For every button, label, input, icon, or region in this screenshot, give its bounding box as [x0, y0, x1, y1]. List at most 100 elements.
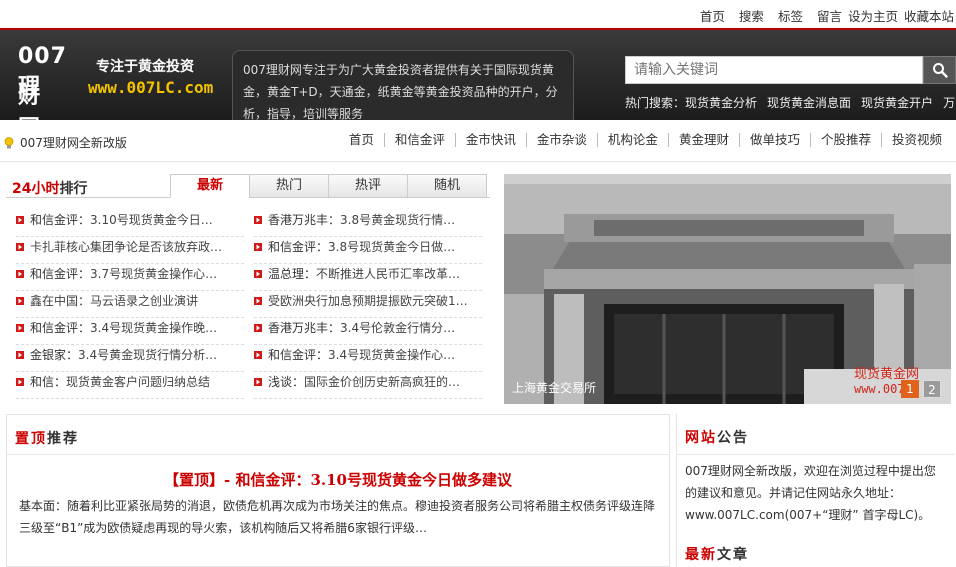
bullet-arrow-icon [254, 378, 262, 386]
ranking-item-text: 受欧洲央行加息预期提振欧元突破1… [268, 291, 468, 311]
tab-random[interactable]: 随机 [407, 174, 487, 198]
ranking-list-item[interactable]: 卡扎菲核心集团争论是否该放弃政… [16, 237, 244, 264]
top-link-home[interactable]: 首页 [700, 6, 725, 25]
ranking-list-item[interactable]: 香港万兆丰：3.4号伦敦金行情分… [254, 318, 482, 345]
ranking-item-title: 不断推进人民币汇率改革… [316, 267, 461, 281]
bullet-arrow-icon [254, 216, 262, 224]
site-description: 007理财网专注于为广大黄金投资者提供有关于国际现货黄金，黄金T+D，天通金，纸… [232, 50, 574, 122]
ranking-item-text: 浅谈：国际金价创历史新高疯狂的… [268, 372, 460, 392]
ranking-item-text: 和信：现货黄金客户问题归纳总结 [30, 372, 210, 392]
announcement-title: 网站公告 [685, 427, 749, 447]
ranking-list-item[interactable]: 和信金评：3.10号现货黄金今日… [16, 210, 244, 237]
top-link-set-homepage[interactable]: 设为主页 [848, 6, 898, 25]
bullet-arrow-icon [16, 297, 24, 305]
ranking-title-rest: 排行 [59, 181, 88, 197]
ranking-list-item[interactable]: 受欧洲央行加息预期提振欧元突破1… [254, 291, 482, 318]
search-icon [932, 63, 948, 78]
nav-item-videos[interactable]: 投资视频 [880, 133, 952, 147]
ranking-item-source: 和信金评： [268, 240, 329, 254]
ranking-list-item[interactable]: 金银家：3.4号黄金现货行情分析… [16, 345, 244, 372]
site-notice[interactable]: 007理财网全新改版 [4, 134, 127, 151]
hot-search-item[interactable]: 现货黄金开户 [861, 96, 933, 110]
ranking-list-right: 香港万兆丰：3.8号黄金现货行情… 和信金评：3.8号现货黄金今日做… 温总理：不断… [254, 210, 482, 399]
nav-item-talk[interactable]: 金市杂谈 [525, 133, 597, 147]
ranking-item-source: 金银家： [30, 348, 79, 362]
announcement-title-rest: 公告 [717, 430, 749, 446]
ranking-item-text: 香港万兆丰：3.8号黄金现货行情… [268, 210, 455, 230]
nav-item-tips[interactable]: 做单技巧 [738, 133, 810, 147]
tab-hot-comments[interactable]: 热评 [328, 174, 408, 198]
ranking-item-text: 和信金评：3.4号现货黄金操作心… [268, 345, 455, 365]
tab-latest[interactable]: 最新 [170, 174, 250, 198]
ranking-tabs: 最新 热门 热评 随机 [170, 174, 487, 198]
pager-page-1[interactable]: 1 [901, 380, 919, 398]
latest-articles-title: 最新文章 [685, 544, 749, 564]
hot-search: 热门搜索：现货黄金分析 现货黄金消息面 现货黄金开户万 [625, 94, 956, 111]
site-logo[interactable]: 007理 财网 [8, 38, 86, 141]
main-nav: 007理财网全新改版 首页 和信金评 金市快讯 金市杂谈 机构论金 黄金理财 做… [0, 120, 956, 162]
ranking-item-title: 3.4号伦敦金行情分… [340, 321, 456, 335]
ranking-item-text: 金银家：3.4号黄金现货行情分析… [30, 345, 217, 365]
top-utility-bar: 首页 搜索 标签 留言 设为主页 收藏本站 [0, 0, 956, 28]
ranking-item-title: 3.4号黄金现货行情分析… [78, 348, 218, 362]
ranking-list-item[interactable]: 和信金评：3.7号现货黄金操作心… [16, 264, 244, 291]
hot-search-item[interactable]: 现货黄金分析 [685, 96, 757, 110]
nav-item-flash-news[interactable]: 金市快讯 [454, 133, 526, 147]
ranking-item-title: 国际金价创历史新高疯狂的… [304, 375, 461, 389]
bullet-arrow-icon [16, 243, 24, 251]
ranking-list-item[interactable]: 和信金评：3.4号现货黄金操作心… [254, 345, 482, 372]
bullet-arrow-icon [254, 297, 262, 305]
nav-item-stocks[interactable]: 个股推荐 [809, 133, 881, 147]
ranking-list-item[interactable]: 和信金评：3.4号现货黄金操作晚… [16, 318, 244, 345]
sticky-title-hl: 置顶 [15, 431, 47, 447]
ranking-item-title: 3.8号黄金现货行情… [340, 213, 456, 227]
ranking-item-title: 受欧洲央行加息预期提振欧元突破1… [268, 294, 468, 308]
nav-item-hexin[interactable]: 和信金评 [383, 133, 455, 147]
ranking-item-title: 3.4号现货黄金操作晚… [90, 321, 218, 335]
pager-page-2[interactable]: 2 [923, 380, 941, 398]
search-button[interactable] [923, 56, 956, 84]
featured-photo[interactable]: 上海黄金交易所 现货黄金网 www.007LC 1 2 [504, 174, 951, 404]
top-link-tags[interactable]: 标签 [778, 6, 803, 25]
bullet-arrow-icon [16, 351, 24, 359]
divider [677, 454, 955, 455]
bullet-arrow-icon [16, 216, 24, 224]
nav-item-finance[interactable]: 黄金理财 [667, 133, 739, 147]
search-input[interactable] [625, 56, 923, 84]
site-header: 007理 财网 专注于黄金投资 www.007LC.com 007理财网专注于为… [0, 28, 956, 141]
ranking-list-item[interactable]: 浅谈：国际金价创历史新高疯狂的… [254, 372, 482, 399]
ranking-item-text: 和信金评：3.4号现货黄金操作晚… [30, 318, 217, 338]
ranking-item-title: 3.10号现货黄金今日… [90, 213, 213, 227]
top-link-search[interactable]: 搜索 [739, 6, 764, 25]
ranking-list-item[interactable]: 和信金评：3.8号现货黄金今日做… [254, 237, 482, 264]
sticky-headline[interactable]: 【置顶】- 和信金评：3.10号现货黄金今日做多建议 [7, 469, 669, 490]
logo-slogan: 专注于黄金投资 [96, 59, 194, 75]
ranking-list-item[interactable]: 鑫在中国：马云语录之创业演讲 [16, 291, 244, 318]
nav-item-home[interactable]: 首页 [339, 133, 384, 147]
bullet-arrow-icon [16, 378, 24, 386]
ranking-item-source: 和信： [30, 375, 67, 389]
site-notice-text: 007理财网全新改版 [20, 136, 127, 150]
bullet-arrow-icon [254, 270, 262, 278]
ranking-list-item[interactable]: 香港万兆丰：3.8号黄金现货行情… [254, 210, 482, 237]
ranking-list-item[interactable]: 温总理：不断推进人民币汇率改革… [254, 264, 482, 291]
ranking-item-text: 香港万兆丰：3.4号伦敦金行情分… [268, 318, 455, 338]
ranking-header: 24小时排行 最新 热门 热评 随机 [6, 172, 490, 198]
nav-item-institutions[interactable]: 机构论金 [596, 133, 668, 147]
ranking-panel: 24小时排行 最新 热门 热评 随机 和信金评：3.10号现货黄金今日… 卡扎菲核… [6, 172, 490, 404]
tab-popular[interactable]: 热门 [249, 174, 329, 198]
hot-search-item[interactable]: 现货黄金消息面 [767, 96, 851, 110]
top-link-guestbook[interactable]: 留言 [817, 6, 842, 25]
hot-search-label: 热门搜索： [625, 96, 686, 110]
bullet-arrow-icon [254, 243, 262, 251]
ranking-item-title: 卡扎菲核心集团争论是否该放弃政… [30, 240, 223, 254]
top-link-bookmark[interactable]: 收藏本站 [904, 6, 954, 25]
ranking-title: 24小时排行 [12, 178, 87, 198]
lightbulb-icon [4, 136, 14, 148]
announcement-title-hl: 网站 [685, 430, 717, 446]
hot-search-item[interactable]: 万 [943, 96, 955, 110]
ranking-item-source: 和信金评： [30, 213, 91, 227]
ranking-item-source: 温总理： [268, 267, 317, 281]
ranking-list-item[interactable]: 和信：现货黄金客户问题归纳总结 [16, 372, 244, 399]
bullet-arrow-icon [254, 324, 262, 332]
